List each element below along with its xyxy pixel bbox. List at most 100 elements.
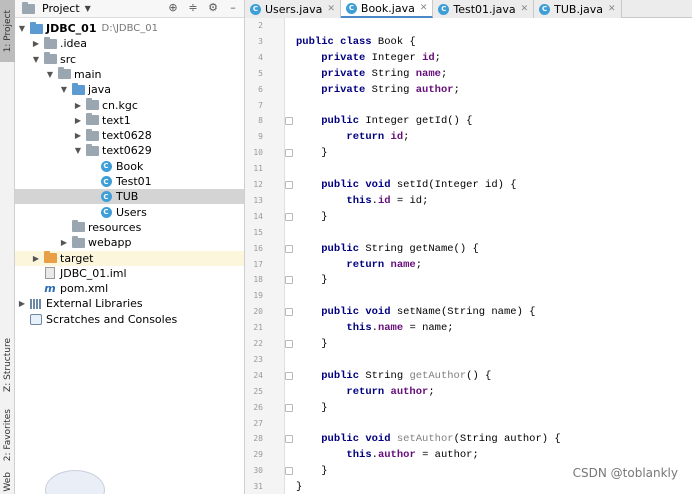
tool-window-strip: 1: Project Z: Structure 2: Favorites Web	[0, 0, 15, 494]
class-icon: C	[250, 3, 261, 15]
editor-tab[interactable]: C TUB.java ✕	[534, 0, 622, 18]
tree-item[interactable]: resources	[15, 220, 244, 235]
line-number: 23	[253, 354, 263, 364]
chevron-right-icon[interactable]: ▶	[59, 238, 69, 247]
fold-marker-icon[interactable]	[285, 149, 293, 158]
code-line: return id;	[346, 131, 410, 144]
source-folder-icon	[71, 82, 85, 96]
chevron-down-icon[interactable]: ▼	[73, 146, 83, 155]
package-icon	[85, 113, 99, 126]
structure-tool-tab[interactable]: Z: Structure	[0, 335, 15, 395]
fold-marker-icon[interactable]	[285, 212, 293, 221]
editor-tab-bar: C Users.java ✕ C Book.java ✕ C Test01.java ✕ C TUB…	[245, 0, 692, 18]
fold-marker-icon[interactable]	[285, 340, 293, 348]
code-line: return name;	[346, 258, 423, 271]
tree-item[interactable]: JDBC_01.iml	[15, 266, 244, 281]
fold-marker-icon[interactable]	[285, 276, 293, 285]
code-line: private String author;	[321, 83, 460, 96]
scratch-icon	[29, 313, 43, 325]
close-icon[interactable]: ✕	[608, 4, 616, 14]
tree-item[interactable]: ▶ External Libraries	[15, 296, 244, 311]
web-tool-tab[interactable]: Web	[0, 470, 15, 494]
tree-item[interactable]: ▶ cn.kgc	[15, 98, 244, 113]
line-number: 2	[258, 21, 263, 30]
tree-item[interactable]: ▶ text1	[15, 113, 244, 128]
tree-item[interactable]: C Test01	[15, 174, 244, 189]
chevron-right-icon[interactable]: ▶	[73, 131, 83, 140]
project-folder-icon	[21, 1, 35, 15]
fold-marker-icon[interactable]	[285, 467, 293, 476]
close-icon[interactable]: ✕	[521, 4, 529, 14]
locate-icon[interactable]: ⊕	[166, 1, 180, 14]
package-icon	[85, 128, 99, 142]
tree-item[interactable]: Scratches and Consoles	[15, 312, 244, 327]
project-panel-title[interactable]: Project	[42, 2, 80, 15]
fold-marker-icon[interactable]	[285, 117, 293, 126]
tree-item[interactable]: ▶ webapp	[15, 235, 244, 250]
tree-item[interactable]: ▶ target	[15, 250, 244, 266]
favorites-tool-tab[interactable]: 2: Favorites	[0, 405, 15, 465]
close-icon[interactable]: ✕	[420, 3, 428, 13]
chevron-right-icon[interactable]: ▶	[31, 39, 41, 48]
package-icon	[85, 143, 99, 157]
mascot-image	[45, 470, 105, 494]
fold-marker-icon[interactable]	[285, 371, 293, 380]
tree-item-label: JDBC_01	[46, 22, 97, 35]
chevron-down-icon[interactable]: ▼	[59, 85, 69, 94]
fold-marker-icon[interactable]	[285, 403, 293, 412]
line-number: 10	[253, 148, 263, 158]
tree-item[interactable]: ▶ .idea	[15, 36, 244, 51]
folder-icon	[43, 52, 57, 65]
line-number: 31	[253, 482, 263, 492]
fold-marker-icon[interactable]	[285, 308, 293, 317]
code-line: }	[296, 210, 328, 223]
chevron-right-icon[interactable]: ▶	[73, 116, 83, 125]
tree-item[interactable]: ▼ java	[15, 82, 244, 97]
line-number: 16	[253, 243, 263, 253]
project-tool-tab-label: 1: Project	[2, 9, 13, 53]
chevron-down-icon[interactable]: ▼	[31, 55, 41, 64]
gear-icon[interactable]: ⚙	[206, 1, 220, 14]
fold-marker-icon[interactable]	[285, 244, 293, 253]
collapse-all-icon[interactable]: ≑	[186, 1, 200, 14]
tree-item[interactable]: C Users	[15, 205, 244, 220]
hide-icon[interactable]: –	[226, 1, 240, 14]
tree-item[interactable]: C TUB	[15, 189, 244, 205]
chevron-right-icon[interactable]: ▶	[31, 254, 41, 263]
code-line: private String name;	[321, 67, 448, 80]
tree-item[interactable]: ▼ src	[15, 52, 244, 67]
tree-item-label: target	[60, 251, 94, 265]
chevron-right-icon[interactable]: ▶	[17, 299, 27, 308]
editor-tab[interactable]: C Users.java ✕	[245, 0, 341, 18]
project-tool-tab[interactable]: 1: Project	[0, 0, 15, 62]
editor-tab[interactable]: C Test01.java ✕	[433, 0, 535, 18]
tree-item[interactable]: ▶ text0628	[15, 128, 244, 143]
code-editor[interactable]: public class Book { private Integer id; …	[296, 18, 692, 494]
tree-item-label: webapp	[88, 236, 132, 250]
line-number: 21	[253, 323, 263, 333]
tree-item[interactable]: ▼ JDBC_01 D:\JDBC_01	[15, 21, 244, 36]
project-panel-header: Project ▼ ⊕ ≑ ⚙ –	[15, 0, 244, 18]
code-line: }	[296, 147, 328, 160]
tree-item-label: JDBC_01.iml	[60, 266, 127, 280]
code-line: }	[296, 401, 328, 414]
tree-item-label: Scratches and Consoles	[46, 312, 178, 326]
tree-item[interactable]: ▼ text0629	[15, 143, 244, 158]
close-icon[interactable]: ✕	[327, 4, 335, 14]
chevron-down-icon[interactable]: ▼	[45, 70, 55, 79]
editor-tab[interactable]: C Book.java ✕	[340, 0, 434, 18]
fold-marker-icon[interactable]	[285, 435, 293, 444]
tree-item[interactable]: ▼ main	[15, 67, 244, 82]
editor-tab-label: Book.java	[360, 1, 415, 15]
tree-item-label: java	[88, 83, 112, 97]
view-dropdown-icon[interactable]: ▼	[85, 4, 91, 13]
tree-item[interactable]: C Book	[15, 159, 244, 174]
structure-tool-tab-label: Z: Structure	[2, 338, 13, 392]
tree-item-label: TUB	[116, 190, 139, 204]
web-tool-tab-label: Web	[2, 472, 13, 492]
chevron-down-icon[interactable]: ▼	[17, 24, 27, 33]
tree-item[interactable]: m pom.xml	[15, 281, 244, 296]
code-line: }	[296, 338, 328, 350]
chevron-right-icon[interactable]: ▶	[73, 101, 83, 110]
fold-marker-icon[interactable]	[285, 181, 293, 189]
